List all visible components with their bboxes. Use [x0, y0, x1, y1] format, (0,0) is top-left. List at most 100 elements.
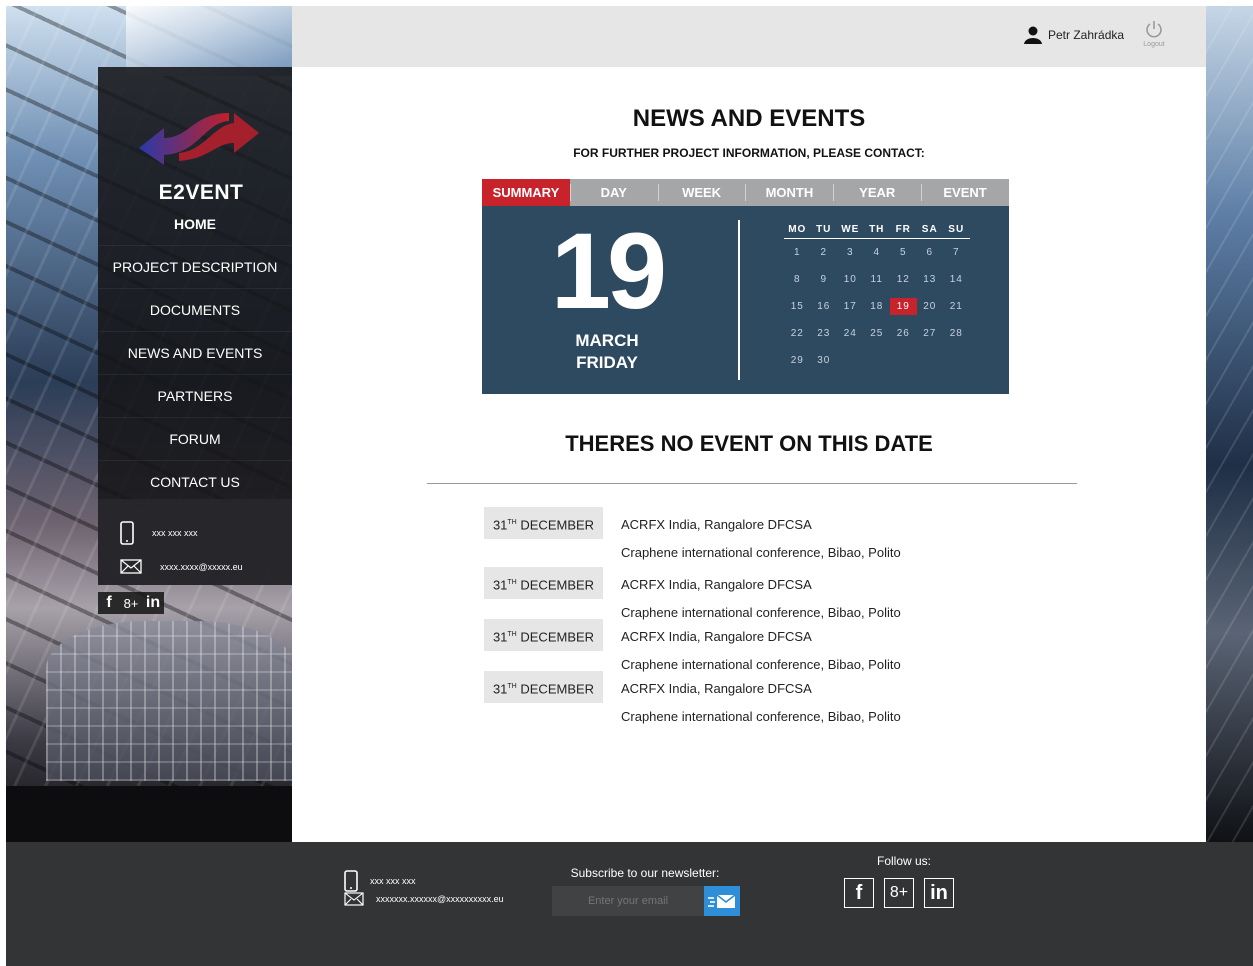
main-menu: HOME PROJECT DESCRIPTION DOCUMENTS NEWS … [98, 203, 292, 504]
logo[interactable]: E2VENT [98, 97, 292, 204]
mail-icon [120, 559, 142, 574]
logo-arrows-icon [139, 113, 259, 165]
main-content: NEWS AND EVENTS FOR FURTHER PROJECT INFO… [292, 67, 1206, 842]
event-subtitle[interactable]: Craphene international conference, Bibao… [621, 709, 901, 724]
calendar-day[interactable]: 17 [837, 301, 864, 312]
google-plus-icon[interactable]: 8+ [884, 878, 914, 908]
calendar-day[interactable]: 26 [890, 328, 917, 339]
event-date-badge: 31TH DECEMBER [484, 671, 603, 703]
user-icon [1024, 26, 1042, 44]
calendar-day[interactable]: 10 [837, 274, 864, 285]
calendar-day[interactable]: 5 [890, 247, 917, 258]
facebook-icon[interactable]: f [844, 878, 874, 908]
calendar-day[interactable]: 9 [811, 274, 838, 285]
tab-event[interactable]: EVENT [921, 179, 1009, 206]
calendar-day[interactable]: 27 [917, 328, 944, 339]
menu-item-home[interactable]: HOME [98, 203, 292, 246]
sidebar-social: f 8+ in [98, 592, 164, 614]
weekday-header: FR [895, 224, 911, 235]
event-subtitle[interactable]: Craphene international conference, Bibao… [621, 605, 901, 620]
calendar-day-selected[interactable]: 19 [890, 298, 917, 315]
calendar-day[interactable]: 30 [811, 355, 838, 366]
weekday-header: WE [841, 224, 860, 235]
user-menu[interactable]: Petr Zahrádka [1024, 26, 1124, 44]
logout-label: Logout [1143, 41, 1165, 48]
calendar-day[interactable]: 6 [917, 247, 944, 258]
calendar-day[interactable]: 16 [811, 301, 838, 312]
calendar-day[interactable]: 20 [917, 301, 944, 312]
event-date-month: DECEMBER [520, 681, 595, 697]
tab-week[interactable]: WEEK [657, 179, 746, 206]
calendar-week: 22 23 24 25 26 27 28 [784, 320, 970, 347]
calendar-day[interactable]: 3 [837, 247, 864, 258]
event-date-day: 31 [492, 681, 508, 697]
footer-email: xxxxxxx.xxxxxx@xxxxxxxxxx.eu [344, 890, 504, 908]
newsletter-submit-button[interactable] [704, 886, 740, 916]
calendar-day[interactable]: 1 [784, 247, 811, 258]
facebook-icon[interactable]: f [98, 592, 120, 614]
calendar-day[interactable]: 12 [890, 274, 917, 285]
weekday-header: TH [869, 224, 885, 235]
weekday-header: MO [788, 224, 807, 235]
calendar-day[interactable]: 13 [917, 274, 944, 285]
footer-contact: xxx xxx xxx xxxxxxx.xxxxxx@xxxxxxxxxx.eu [344, 870, 504, 908]
calendar-tabs: SUMMARY DAY WEEK MONTH YEAR EVENT [482, 179, 1009, 212]
footer: xxx xxx xxx xxxxxxx.xxxxxx@xxxxxxxxxx.eu… [6, 842, 1253, 966]
event-subtitle[interactable]: Craphene international conference, Bibao… [621, 545, 901, 560]
menu-item-documents[interactable]: DOCUMENTS [98, 289, 292, 332]
footer-phone-text: xxx xxx xxx [370, 876, 416, 886]
logo-text: E2VENT [158, 181, 244, 204]
tab-day[interactable]: DAY [569, 179, 658, 206]
calendar-day[interactable]: 22 [784, 328, 811, 339]
calendar-day[interactable]: 11 [864, 274, 891, 285]
sidebar-phone: xxx xxx xxx [120, 521, 198, 545]
calendar-day[interactable]: 15 [784, 301, 811, 312]
footer-phone: xxx xxx xxx [344, 870, 504, 892]
calendar-day[interactable]: 14 [943, 274, 970, 285]
page: E2VENT HOME PROJECT DESCRIPTION DOCUMENT… [6, 6, 1253, 966]
calendar-day[interactable]: 2 [811, 247, 838, 258]
linkedin-icon[interactable]: in [924, 878, 954, 908]
tab-year[interactable]: YEAR [833, 179, 921, 206]
sidebar-contact: xxx xxx xxx xxxx.xxxx@xxxxx.eu [98, 499, 292, 585]
tab-summary[interactable]: SUMMARY [482, 179, 570, 212]
menu-item-partners[interactable]: PARTNERS [98, 375, 292, 418]
event-date-badge: 31TH DECEMBER [484, 567, 603, 599]
calendar-week: 15 16 17 18 19 20 21 [784, 293, 970, 320]
menu-item-forum[interactable]: FORUM [98, 418, 292, 461]
menu-item-news-and-events[interactable]: NEWS AND EVENTS [98, 332, 292, 375]
event-title[interactable]: ACRFX India, Rangalore DFCSA [621, 517, 812, 532]
google-plus-icon[interactable]: 8+ [120, 592, 142, 614]
calendar-day[interactable]: 4 [864, 247, 891, 258]
calendar-day[interactable]: 25 [864, 328, 891, 339]
event-title[interactable]: ACRFX India, Rangalore DFCSA [621, 577, 812, 592]
mail-icon [344, 892, 364, 906]
event-date-suffix: TH [507, 683, 517, 690]
follow-us-label: Follow us: [876, 854, 932, 868]
phone-icon [120, 521, 134, 545]
event-subtitle[interactable]: Craphene international conference, Bibao… [621, 657, 901, 672]
calendar-day[interactable]: 24 [837, 328, 864, 339]
menu-item-project-description[interactable]: PROJECT DESCRIPTION [98, 246, 292, 289]
calendar-day[interactable]: 29 [784, 355, 811, 366]
calendar-day[interactable]: 28 [943, 328, 970, 339]
event-date-day: 31 [492, 629, 508, 645]
weekday-headers: MO TU WE TH FR SA SU [784, 224, 970, 239]
event-title[interactable]: ACRFX India, Rangalore DFCSA [621, 681, 812, 696]
weekday-header: SU [948, 224, 965, 235]
calendar-day[interactable]: 7 [943, 247, 970, 258]
newsletter-email-input[interactable] [552, 886, 704, 916]
event-title[interactable]: ACRFX India, Rangalore DFCSA [621, 629, 812, 644]
calendar-day[interactable]: 8 [784, 274, 811, 285]
calendar-day[interactable]: 18 [864, 301, 891, 312]
calendar-divider [738, 220, 740, 380]
calendar-day[interactable]: 23 [811, 328, 838, 339]
logout-button[interactable]: Logout [1140, 20, 1168, 48]
page-title: NEWS AND EVENTS [632, 105, 866, 132]
calendar-day[interactable]: 21 [943, 301, 970, 312]
calendar-week: 1 2 3 4 5 6 7 [784, 239, 970, 266]
menu-item-contact-us[interactable]: CONTACT US [98, 461, 292, 504]
tab-month[interactable]: MONTH [745, 179, 833, 206]
linkedin-icon[interactable]: in [142, 592, 164, 614]
event-date-month: DECEMBER [520, 577, 595, 593]
